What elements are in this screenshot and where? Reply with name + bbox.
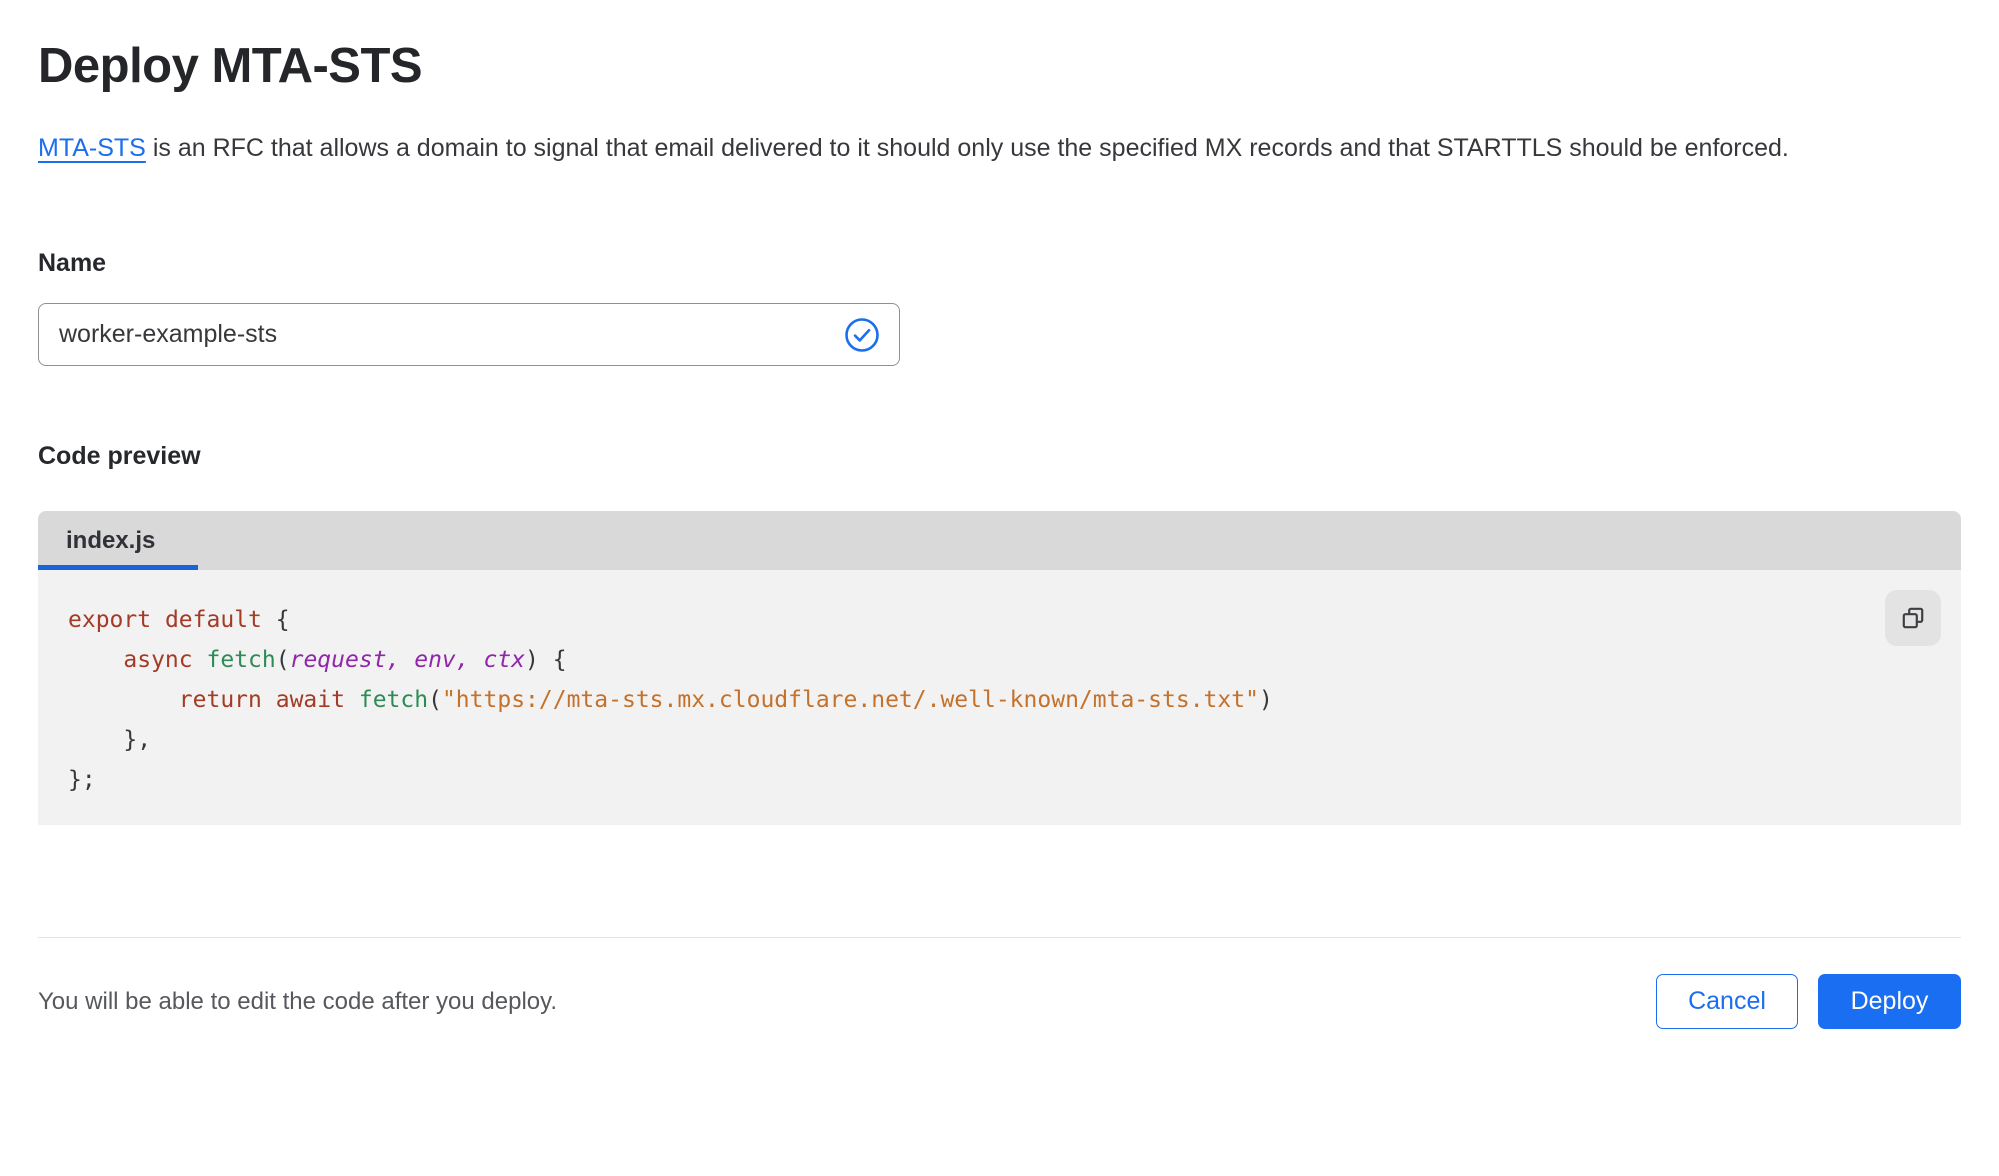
description: MTA-STS is an RFC that allows a domain t… (38, 126, 1928, 171)
name-input-wrap (38, 303, 900, 366)
code-preview-card: index.js export default { async fetch(re… (38, 511, 1961, 825)
cancel-button[interactable]: Cancel (1656, 974, 1798, 1029)
code-content: export default { async fetch(request, en… (68, 607, 1273, 793)
deploy-note: You will be able to edit the code after … (38, 987, 558, 1015)
check-circle-icon (845, 317, 879, 352)
footer-divider (38, 937, 1961, 938)
footer-actions: Cancel Deploy (1656, 974, 1961, 1029)
deploy-button[interactable]: Deploy (1818, 974, 1961, 1029)
code-editor-area: export default { async fetch(request, en… (38, 570, 1961, 825)
footer: You will be able to edit the code after … (38, 974, 1961, 1029)
code-preview-label: Code preview (38, 442, 201, 470)
copy-icon (1902, 607, 1924, 629)
code-tab-bar: index.js (38, 511, 1961, 570)
tab-index-js[interactable]: index.js (38, 511, 198, 570)
deploy-mta-sts-page: Deploy MTA-STS MTA-STS is an RFC that al… (0, 38, 1999, 1029)
mta-sts-link[interactable]: MTA-STS (38, 134, 146, 162)
copy-code-button[interactable] (1885, 590, 1941, 646)
name-label: Name (38, 249, 107, 277)
page-title: Deploy MTA-STS (38, 39, 423, 93)
tab-label: index.js (66, 526, 156, 554)
description-text: is an RFC that allows a domain to signal… (145, 134, 1789, 162)
name-input[interactable] (38, 303, 900, 366)
